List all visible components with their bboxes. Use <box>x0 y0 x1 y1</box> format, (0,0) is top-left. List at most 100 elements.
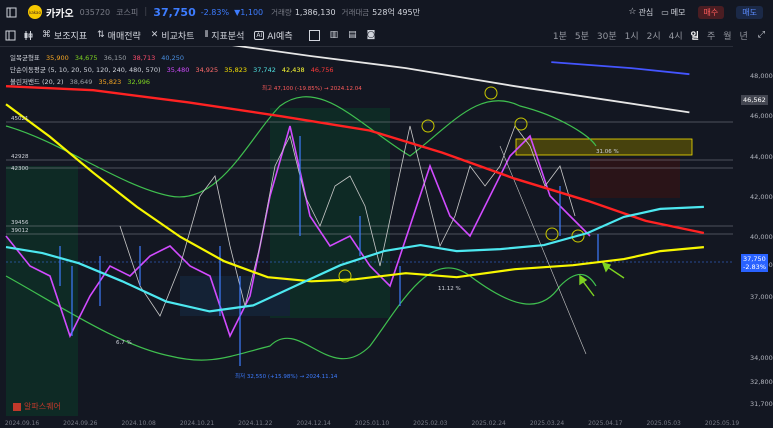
indicator-icon: ⌘ <box>42 30 51 40</box>
analysis-label: 지표분석 <box>211 31 245 42</box>
legend-value: 38,649 <box>69 78 93 86</box>
y-tick-label: 40,000 <box>750 233 773 242</box>
legend-label: 볼린저밴드 (20, 2) <box>10 78 64 86</box>
legend-ichimoku[interactable]: 일목균형표 35,900 34,675 36,150 38,713 40,250 <box>10 52 338 64</box>
pct-112-annotation: 11.12 % <box>438 286 461 292</box>
volume-label: 거래량 <box>271 7 292 17</box>
change-percent: -2.83% <box>200 7 230 17</box>
x-tick-label: 2025.01.10 <box>354 420 390 427</box>
timeframe-year[interactable]: 년 <box>740 29 748 42</box>
buy-button[interactable]: 매수 <box>697 5 725 19</box>
ichimoku-cloud-green <box>6 166 78 416</box>
ai-button[interactable]: AI AI예측 <box>254 29 293 42</box>
timeframe-4h[interactable]: 4시 <box>669 29 683 42</box>
amount-value: 528억 495만 <box>372 7 420 17</box>
compare-button[interactable]: ✕ 비교차트 <box>151 29 195 42</box>
strategy-button[interactable]: ⇅ 매매전략 <box>97 29 141 42</box>
strategy-icon: ⇅ <box>97 30 105 40</box>
compare-icon: ✕ <box>150 30 159 40</box>
chart-toolbar: ⌘ 보조지표 ⇅ 매매전략 ✕ 비교차트 ⫴ 지표분석 AI AI예측 ▥ ▤ … <box>0 24 773 47</box>
timeframe-week[interactable]: 주 <box>707 29 715 42</box>
price-chart[interactable]: 최고 47,100 (-19.85%) → 2024.12.04 최저 32,5… <box>0 46 733 418</box>
analysis-button[interactable]: ⫴ 지표분석 <box>204 29 244 42</box>
analysis-icon: ⫴ <box>204 30 209 40</box>
y-tick-label: 44,000 <box>750 152 773 161</box>
x-tick-label: 2024.10.21 <box>179 420 215 427</box>
y-tick-label: 46,000 <box>750 112 773 121</box>
sub-indicator-button[interactable]: ⌘ 보조지표 <box>42 29 87 42</box>
y-tick-label: 48,000 <box>750 72 773 81</box>
timeframe-30m[interactable]: 30분 <box>597 29 617 42</box>
split-view-icon[interactable]: ▥ <box>330 30 339 40</box>
legend-value: 38,713 <box>132 54 156 62</box>
ichimoku-cloud-red <box>590 158 680 198</box>
memo-icon[interactable]: ▭ <box>661 8 669 17</box>
fullscreen-icon[interactable]: ⤢ <box>758 30 765 40</box>
timeframe-1m[interactable]: 1분 <box>553 29 567 42</box>
legend-value: 32,996 <box>127 78 151 86</box>
stock-logo-text: kakao <box>29 9 41 15</box>
panel-toggle-icon[interactable] <box>0 1 22 23</box>
x-tick-label: 2025.05.19 <box>704 420 740 427</box>
timeframe-day[interactable]: 일 <box>691 29 699 42</box>
y-tick-label: 34,000 <box>750 353 773 362</box>
amount-label: 거래대금 <box>341 7 370 17</box>
current-price: 37,750 <box>153 5 196 19</box>
x-tick-label: 2024.12.14 <box>296 420 331 427</box>
strategy-label: 매매전략 <box>107 31 141 42</box>
timeframe-2h[interactable]: 2시 <box>647 29 661 42</box>
x-tick-label: 2024.11.22 <box>238 420 273 427</box>
favorite-button[interactable]: 관심 <box>639 7 654 18</box>
camera-icon[interactable]: ◙ <box>367 30 376 40</box>
level-39012-label: 39012 <box>11 228 29 234</box>
current-price-label: 37,750 -2.83% <box>741 254 768 272</box>
x-tick-label: 2025.02.03 <box>413 420 448 427</box>
memo-button[interactable]: 메모 <box>671 7 686 18</box>
arrow-annotations <box>579 261 625 297</box>
sidebar-icon[interactable] <box>0 30 20 41</box>
current-price-pct: -2.83% <box>743 263 766 271</box>
legend-ma[interactable]: 단순이동평균 (5, 10, 20, 50, 120, 240, 480, 57… <box>10 64 338 76</box>
mark-price-value: 46,562 <box>743 96 766 104</box>
legend-value: 36,150 <box>103 54 127 62</box>
level-39456-label: 39456 <box>11 220 29 226</box>
separator: | <box>144 7 148 17</box>
legend-value: 35,900 <box>45 54 69 62</box>
checkbox-icon[interactable] <box>308 29 320 41</box>
sell-button[interactable]: 매도 <box>736 5 763 19</box>
alphasquare-logo-icon <box>13 402 21 411</box>
ai-icon: AI <box>254 30 265 40</box>
y-tick-label: 42,000 <box>750 192 773 201</box>
favorite-star-icon[interactable]: ☆ <box>628 7 636 17</box>
pct-67-annotation: 6.7 % <box>116 340 132 346</box>
legend-bollinger[interactable]: 볼린저밴드 (20, 2) 38,649 35,823 32,996 <box>10 76 338 88</box>
level-42928-label: 42928 <box>11 154 29 160</box>
layout-icon[interactable]: ▤ <box>348 30 357 40</box>
stock-name[interactable]: 카카오 <box>46 5 74 20</box>
timeframe-1h[interactable]: 1시 <box>625 29 639 42</box>
y-tick-label: 32,800 <box>750 377 773 386</box>
series-line-4 <box>551 61 690 76</box>
watermark-text: 알파스퀘어 <box>24 402 61 411</box>
indicator-legend: 일목균형표 35,900 34,675 36,150 38,713 40,250… <box>10 52 338 88</box>
current-price-value: 37,750 <box>743 255 766 263</box>
signal-circle <box>484 86 498 100</box>
x-tick-label: 2024.09.26 <box>63 420 98 427</box>
arrow-head <box>601 261 612 273</box>
level-45021-label: 45021 <box>11 116 29 122</box>
header-bar: kakao 카카오 035720 코스피 | 37,750 -2.83% ▼1,… <box>0 0 773 25</box>
y-tick-label: 37,000 <box>750 293 773 302</box>
pct-31-annotation: 31.06 % <box>596 149 619 155</box>
watermark: 알파스퀘어 <box>13 401 61 412</box>
legend-value: 35,823 <box>224 66 248 74</box>
timeframe-month[interactable]: 월 <box>723 29 731 42</box>
legend-value: 42,438 <box>281 66 305 74</box>
mark-price-label: 46,562 <box>741 95 768 105</box>
timeframe-5m[interactable]: 5분 <box>575 29 589 42</box>
legend-value: 34,675 <box>74 54 98 62</box>
sub-indicator-label: 보조지표 <box>54 31 88 42</box>
x-tick-label: 2024.10.08 <box>121 420 156 427</box>
candle-type-icon[interactable] <box>20 30 36 41</box>
x-tick-label: 2025.05.03 <box>646 420 681 427</box>
legend-value: 34,925 <box>195 66 219 74</box>
